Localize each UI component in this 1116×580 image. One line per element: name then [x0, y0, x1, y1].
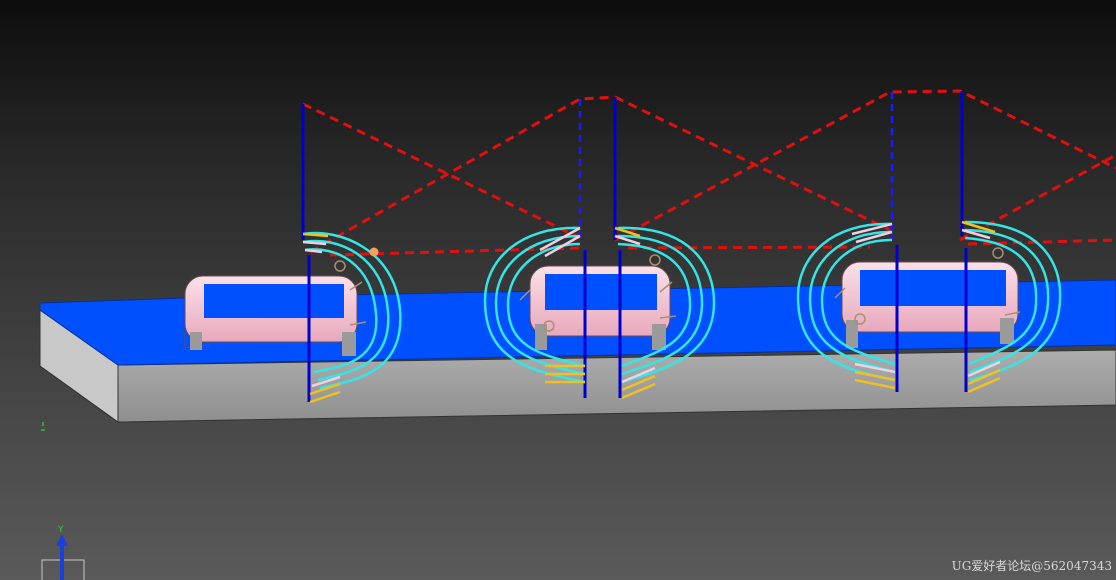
part-scene[interactable] [0, 0, 1116, 580]
selection-point-icon[interactable] [369, 247, 379, 257]
rapid-moves [302, 89, 1116, 257]
origin-marker-icon [41, 422, 45, 431]
graphics-viewport[interactable]: Y UG爱好者论坛@562047343 [0, 0, 1116, 580]
retract-lines [578, 92, 894, 240]
forum-watermark: UG爱好者论坛@562047343 [951, 559, 1112, 573]
coordinate-triad-icon[interactable]: Y [38, 522, 88, 580]
triad-axis-label: Y [57, 525, 64, 535]
